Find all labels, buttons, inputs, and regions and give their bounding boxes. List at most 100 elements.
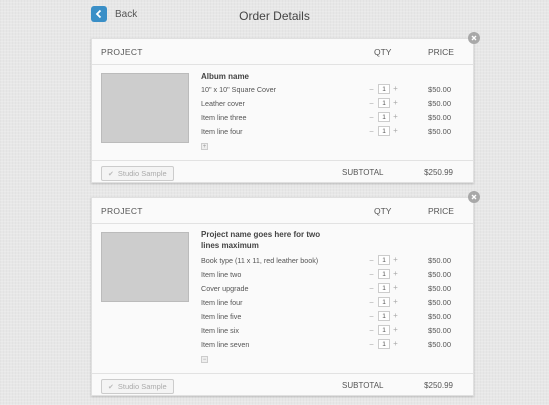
line-label: Item line five [201, 312, 242, 321]
line-price: $50.00 [428, 340, 451, 349]
remove-line-button[interactable]: − [201, 356, 208, 363]
qty-input[interactable]: 1 [378, 84, 390, 94]
line-price: $50.00 [428, 284, 451, 293]
line-label: Item line six [201, 326, 239, 335]
subtotal-label: SUBTOTAL [342, 381, 384, 390]
increase-qty-button[interactable]: + [392, 126, 399, 136]
increase-qty-button[interactable]: + [392, 255, 399, 265]
subtotal-label: SUBTOTAL [342, 168, 384, 177]
line-item: Cover upgrade − 1 + $50.00 [201, 283, 471, 295]
qty-input[interactable]: 1 [378, 126, 390, 136]
card-footer: ✔ Studio Sample SUBTOTAL $250.99 [92, 160, 473, 185]
line-label: 10" x 10" Square Cover [201, 85, 277, 94]
decrease-qty-button[interactable]: − [368, 85, 375, 94]
line-price: $50.00 [428, 270, 451, 279]
decrease-qty-button[interactable]: − [368, 326, 375, 335]
line-price: $50.00 [428, 127, 451, 136]
project-thumbnail[interactable] [101, 232, 189, 302]
column-price: PRICE [428, 47, 454, 57]
line-item: Item line three − 1 + $50.00 [201, 112, 471, 124]
column-project: PROJECT [101, 47, 143, 57]
increase-qty-button[interactable]: + [392, 269, 399, 279]
column-qty: QTY [374, 47, 392, 57]
qty-input[interactable]: 1 [378, 98, 390, 108]
line-item: Item line four − 1 + $50.00 [201, 297, 471, 309]
studio-sample-label: Studio Sample [117, 382, 167, 391]
qty-input[interactable]: 1 [378, 325, 390, 335]
studio-sample-label: Studio Sample [117, 169, 167, 178]
qty-input[interactable]: 1 [378, 112, 390, 122]
decrease-qty-button[interactable]: − [368, 340, 375, 349]
increase-qty-button[interactable]: + [392, 283, 399, 293]
line-price: $50.00 [428, 326, 451, 335]
increase-qty-button[interactable]: + [392, 339, 399, 349]
close-icon [471, 35, 477, 41]
column-project: PROJECT [101, 206, 143, 216]
qty-input[interactable]: 1 [378, 283, 390, 293]
line-price: $50.00 [428, 99, 451, 108]
subtotal-value: $250.99 [424, 168, 453, 177]
add-line-button[interactable]: + [201, 143, 208, 150]
line-label: Item line seven [201, 340, 250, 349]
line-label: Book type (11 x 11, red leather book) [201, 256, 319, 265]
decrease-qty-button[interactable]: − [368, 284, 375, 293]
subtotal-value: $250.99 [424, 381, 453, 390]
project-thumbnail[interactable] [101, 73, 189, 143]
page-title: Order Details [239, 9, 310, 23]
qty-input[interactable]: 1 [378, 339, 390, 349]
line-item: Book type (11 x 11, red leather book) − … [201, 255, 471, 267]
line-item: Item line seven − 1 + $50.00 [201, 339, 471, 351]
line-price: $50.00 [428, 256, 451, 265]
decrease-qty-button[interactable]: − [368, 127, 375, 136]
order-card-2: PROJECT QTY PRICE Project name goes here… [91, 197, 474, 396]
check-icon: ✔ [108, 383, 114, 391]
increase-qty-button[interactable]: + [392, 297, 399, 307]
top-bar: Back Order Details [0, 0, 549, 34]
studio-sample-button[interactable]: ✔ Studio Sample [101, 166, 174, 181]
qty-input[interactable]: 1 [378, 297, 390, 307]
project-name: Project name goes here for two lines max… [201, 230, 321, 250]
decrease-qty-button[interactable]: − [368, 256, 375, 265]
line-price: $50.00 [428, 85, 451, 94]
line-item: 10" x 10" Square Cover − 1 + $50.00 [201, 84, 471, 96]
qty-input[interactable]: 1 [378, 255, 390, 265]
line-item: Item line five − 1 + $50.00 [201, 311, 471, 323]
card-header: PROJECT QTY PRICE [92, 198, 473, 224]
decrease-qty-button[interactable]: − [368, 99, 375, 108]
line-price: $50.00 [428, 312, 451, 321]
line-item: Item line two − 1 + $50.00 [201, 269, 471, 281]
line-item: Item line six − 1 + $50.00 [201, 325, 471, 337]
line-label: Item line three [201, 113, 247, 122]
line-price: $50.00 [428, 113, 451, 122]
decrease-qty-button[interactable]: − [368, 312, 375, 321]
increase-qty-button[interactable]: + [392, 84, 399, 94]
remove-order-button[interactable] [468, 191, 480, 203]
line-item: Leather cover − 1 + $50.00 [201, 98, 471, 110]
line-item: Item line four − 1 + $50.00 [201, 126, 471, 138]
close-icon [471, 194, 477, 200]
increase-qty-button[interactable]: + [392, 112, 399, 122]
line-price: $50.00 [428, 298, 451, 307]
studio-sample-button[interactable]: ✔ Studio Sample [101, 379, 174, 394]
qty-input[interactable]: 1 [378, 269, 390, 279]
check-icon: ✔ [108, 170, 114, 178]
decrease-qty-button[interactable]: − [368, 113, 375, 122]
column-price: PRICE [428, 206, 454, 216]
card-footer: ✔ Studio Sample SUBTOTAL $250.99 [92, 373, 473, 398]
increase-qty-button[interactable]: + [392, 325, 399, 335]
line-label: Item line four [201, 298, 243, 307]
increase-qty-button[interactable]: + [392, 311, 399, 321]
line-label: Item line two [201, 270, 242, 279]
remove-order-button[interactable] [468, 32, 480, 44]
line-label: Cover upgrade [201, 284, 249, 293]
line-label: Leather cover [201, 99, 245, 108]
decrease-qty-button[interactable]: − [368, 270, 375, 279]
decrease-qty-button[interactable]: − [368, 298, 375, 307]
qty-input[interactable]: 1 [378, 311, 390, 321]
card-header: PROJECT QTY PRICE [92, 39, 473, 65]
increase-qty-button[interactable]: + [392, 98, 399, 108]
column-qty: QTY [374, 206, 392, 216]
project-name: Album name [201, 72, 250, 81]
line-label: Item line four [201, 127, 243, 136]
order-card-1: PROJECT QTY PRICE Album name 10" x 10" S… [91, 38, 474, 183]
